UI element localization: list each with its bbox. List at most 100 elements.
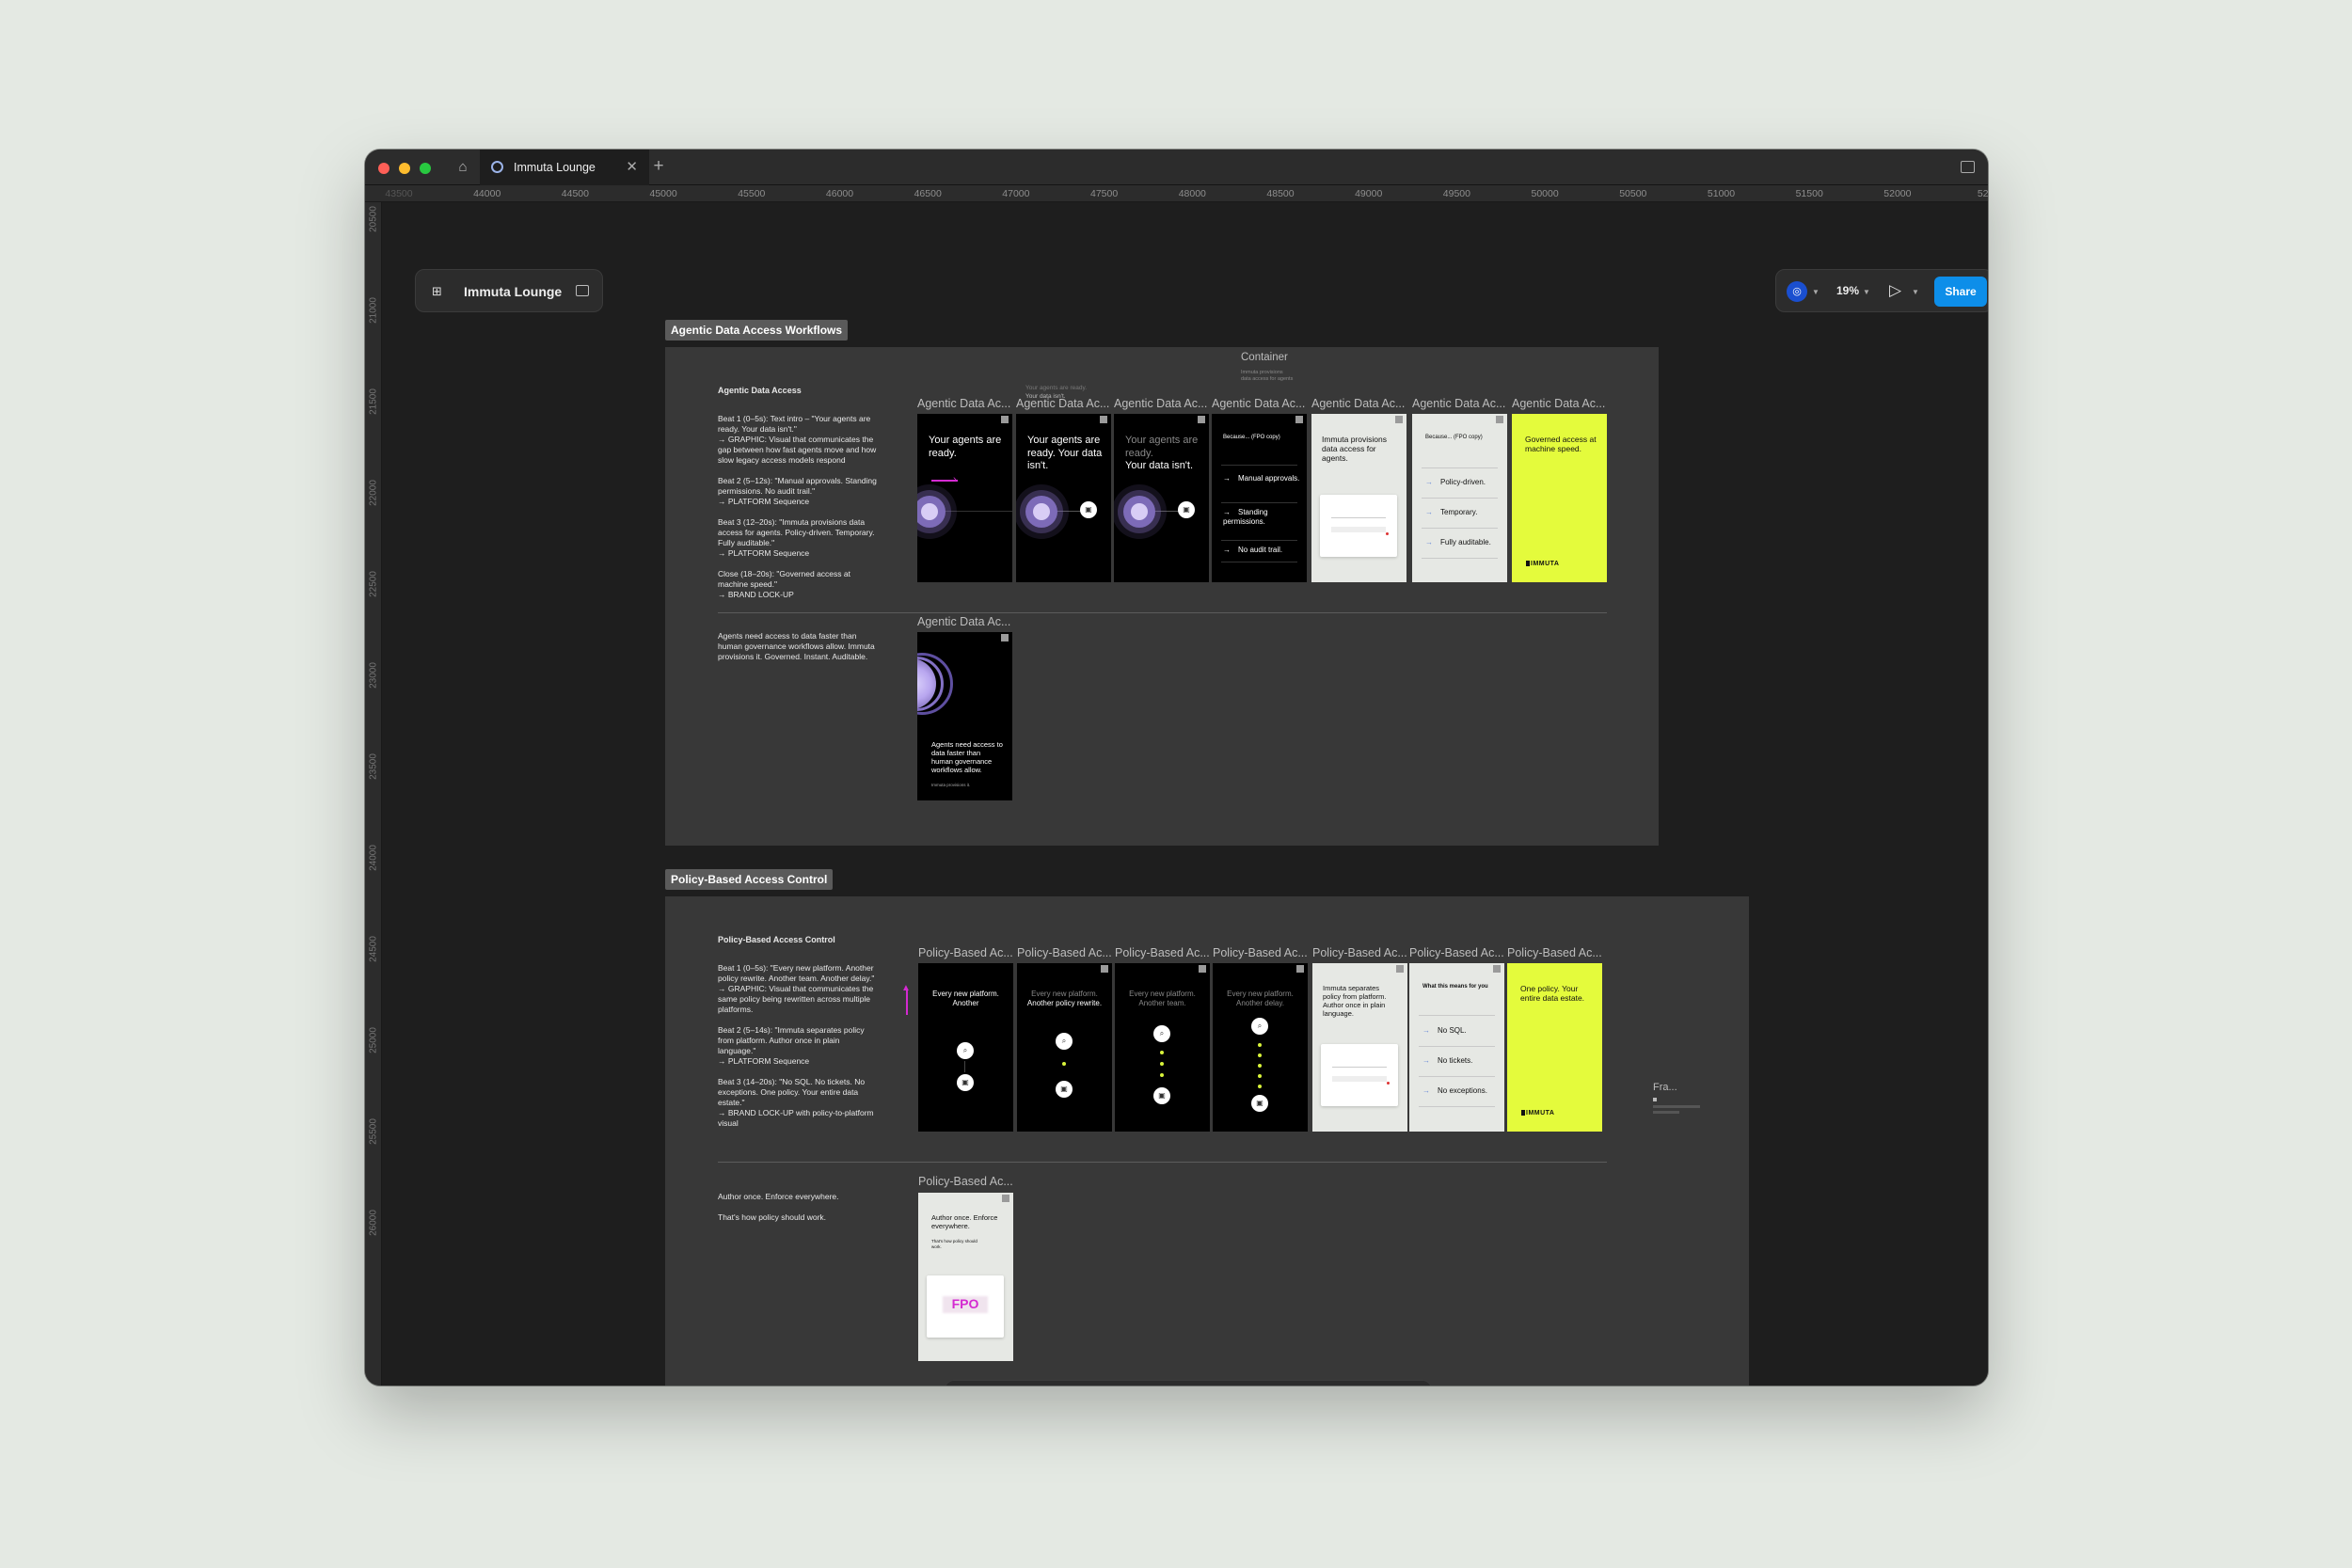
policy-frame-7[interactable]: One policy. Your entire data estate. IMM… (1507, 963, 1602, 1132)
story-frame-7[interactable]: Governed access at machine speed. IMMUTA (1512, 414, 1607, 582)
frame-label[interactable]: Agentic Data Ac... (917, 397, 1010, 410)
list-item-text: Fully auditable. (1440, 538, 1491, 546)
frame-label[interactable]: Policy-Based Ac... (918, 1175, 1013, 1188)
policy-frame-6[interactable]: What this means for you → No SQL. → No tic… (1409, 963, 1504, 1132)
card-line (1331, 517, 1386, 518)
frame-label-extra[interactable]: Fra... (1653, 1082, 1677, 1093)
section-label-agentic[interactable]: Agentic Data Access Workflows (665, 320, 849, 341)
container-note: Immuta provisions data access for agents (1241, 370, 1293, 383)
close-tab-icon[interactable]: ✕ (626, 150, 638, 185)
ruler-tick-label: 52000 (1883, 188, 1912, 199)
separator (1422, 558, 1498, 559)
ai-assistant-icon[interactable]: ◎ (1787, 281, 1807, 302)
arrow-icon: → (1422, 1026, 1430, 1035)
policy-frame-8[interactable]: Author once. Enforce everywhere. That's … (918, 1193, 1013, 1361)
story-frame-4[interactable]: Because... (FPO copy) → Manual approvals.… (1212, 414, 1307, 582)
policy-icon: ⌕ (1153, 1025, 1170, 1042)
frame-text: Your agents are ready. Your data isn't. (1027, 435, 1103, 471)
bottom-toolbar: ➤ ▼ # ▼ □ ▼ ✎ ▼ T ▼ ◯ ▼ ⁘ ✐ ▤ ◈ </> (945, 1380, 1432, 1386)
frame-text-dim: Every new platform. (1129, 990, 1196, 998)
policy-icon: ⌕ (1056, 1033, 1073, 1050)
list-item: → Policy-driven. (1425, 478, 1486, 487)
close-window-button[interactable] (378, 163, 389, 174)
ruler-tick-label: 25000 (368, 1027, 379, 1053)
tab-immuta-lounge[interactable]: Immuta Lounge ✕ (480, 150, 649, 185)
frame-label[interactable]: Agentic Data Ac... (1311, 397, 1405, 410)
frame-text: Every new platform. Another policy rewrit… (1017, 990, 1112, 1008)
share-button[interactable]: Share (1934, 277, 1987, 307)
arrow-icon: → (1422, 1086, 1430, 1095)
policy-frame-2[interactable]: Every new platform. Another policy rewrit… (1017, 963, 1112, 1132)
chevron-down-icon[interactable]: ▼ (1812, 288, 1820, 296)
frame-label[interactable]: Agentic Data Ac... (1412, 397, 1505, 410)
chevron-down-icon[interactable]: ▼ (1912, 288, 1919, 296)
script-notes[interactable]: Agentic Data Access Beat 1 (0–5s): Text … (718, 386, 878, 610)
arrow-right-icon: › (953, 474, 957, 485)
section-policy-based-access[interactable]: Policy-Based Access Control Beat 1 (0–5s… (665, 896, 1749, 1386)
ruler-tick-label: 47000 (1002, 188, 1030, 199)
maximize-window-button[interactable] (420, 163, 431, 174)
frame-marker (1296, 965, 1304, 973)
new-tab-button[interactable]: + (640, 150, 677, 185)
frame-heading: Because... (FPO copy) (1425, 435, 1483, 440)
frame-label[interactable]: Policy-Based Ac... (1409, 946, 1504, 959)
file-panel[interactable]: ⊞ Immuta Lounge (415, 269, 603, 312)
frame-label[interactable]: Policy-Based Ac... (1213, 946, 1308, 959)
list-item-text: No tickets. (1438, 1056, 1473, 1065)
story-frame-6[interactable]: Because... (FPO copy) → Policy-driven. → T… (1412, 414, 1507, 582)
design-canvas[interactable]: Agentic Data Access Workflows Container … (383, 203, 1988, 1386)
frame-marker (1396, 965, 1404, 973)
story-frame-1[interactable]: Your agents are ready. › (917, 414, 1012, 582)
policy-frame-4[interactable]: Every new platform. Another delay. ⌕ ▣ (1213, 963, 1308, 1132)
notes-line: Beat 3 (14–20s): "No SQL. No tickets. No… (718, 1077, 866, 1107)
policy-frame-5[interactable]: Immuta separates policy from platform. A… (1312, 963, 1407, 1132)
frame-heading: Because... (FPO copy) (1223, 435, 1280, 440)
frame-label[interactable]: Agentic Data Ac... (1512, 397, 1605, 410)
policy-frame-1[interactable]: Every new platform. Another ⌕ ▣ (918, 963, 1013, 1132)
frame-label[interactable]: Policy-Based Ac... (1017, 946, 1112, 959)
notes-line: → PLATFORM Sequence (718, 1056, 810, 1066)
script-notes[interactable]: Policy-Based Access Control Beat 1 (0–5s… (718, 935, 878, 1139)
present-icon[interactable]: ▷ (1889, 281, 1901, 300)
minimize-window-button[interactable] (399, 163, 410, 174)
chevron-down-icon[interactable]: ▼ (1863, 288, 1870, 296)
frame-label[interactable]: Policy-Based Ac... (1312, 946, 1407, 959)
ruler-tick-label: 23000 (368, 662, 379, 689)
story-frame-3[interactable]: Your agents are ready. Your data isn't. ▣ (1114, 414, 1209, 582)
separator (1422, 528, 1498, 529)
frame-label[interactable]: Policy-Based Ac... (918, 946, 1013, 959)
file-name[interactable]: Immuta Lounge (464, 284, 562, 299)
figma-menu-icon[interactable]: ⊞ (432, 284, 442, 299)
ruler-tick-label: 21000 (368, 297, 379, 324)
frame-marker (1198, 416, 1205, 423)
policy-frame-3[interactable]: Every new platform. Another team. ⌕ ▣ (1115, 963, 1210, 1132)
story-frame-2[interactable]: Your agents are ready. Your data isn't. … (1016, 414, 1111, 582)
story-frame-5[interactable]: Immuta provisions data access for agents… (1311, 414, 1406, 582)
script-notes-2[interactable]: Author once. Enforce everywhere. That's … (718, 1192, 878, 1233)
toggle-sidebar-icon[interactable] (576, 285, 589, 296)
story-frame-8[interactable]: Agents need access to data faster than h… (917, 632, 1012, 800)
frame-label[interactable]: Policy-Based Ac... (1115, 946, 1210, 959)
ruler-tick-label: 51500 (1795, 188, 1823, 199)
placeholder-line (1653, 1105, 1700, 1108)
frame-label[interactable]: Policy-Based Ac... (1507, 946, 1602, 959)
frame-text: Every new platform. Another team. (1115, 990, 1210, 1008)
section-agentic-data-access[interactable]: Container Immuta provisions data access f… (665, 347, 1659, 846)
frame-text-dim: Every new platform. (1031, 990, 1098, 998)
container-label[interactable]: Container (1241, 352, 1288, 363)
list-item: → No audit trail. (1223, 546, 1282, 555)
notes-line: Beat 1 (0–5s): Text intro – "Your agents… (718, 414, 871, 434)
title-bar: ⌂ Immuta Lounge ✕ + (365, 150, 1988, 185)
section-label-policy[interactable]: Policy-Based Access Control (665, 869, 834, 890)
notes-line: Author once. Enforce everywhere. (718, 1192, 839, 1201)
frame-label[interactable]: Agentic Data Ac... (1114, 397, 1207, 410)
frame-label[interactable]: Agentic Data Ac... (1212, 397, 1305, 410)
list-item-text: Manual approvals. (1238, 474, 1300, 483)
home-icon[interactable]: ⌂ (452, 157, 474, 178)
agent-node-icon (917, 496, 946, 528)
zoom-level[interactable]: 19% (1836, 284, 1859, 297)
window-layout-icon[interactable] (1961, 161, 1975, 173)
frame-text-dim: Your agents are ready. (1125, 435, 1199, 459)
frame-label[interactable]: Agentic Data Ac... (917, 615, 1010, 628)
script-notes-2[interactable]: Agents need access to data faster than h… (718, 631, 878, 662)
